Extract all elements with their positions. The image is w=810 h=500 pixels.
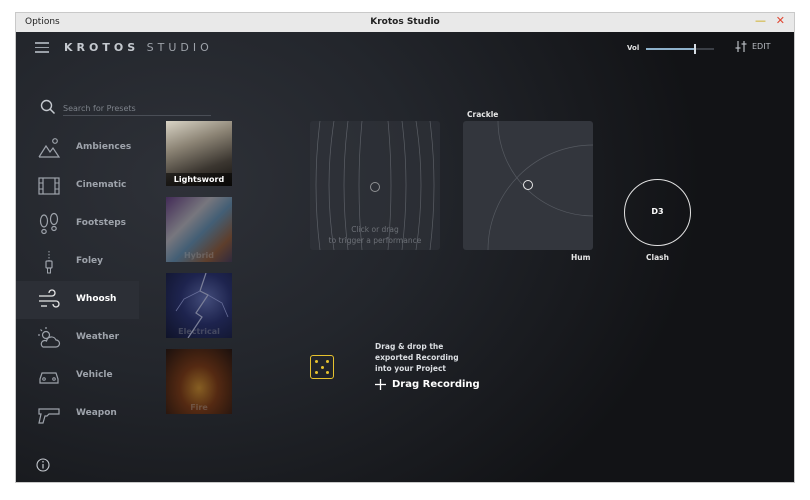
search-input[interactable] (63, 102, 211, 116)
category-weapon[interactable]: Weapon (16, 395, 139, 433)
volume-slider-fill (646, 48, 695, 50)
category-label: Footsteps (76, 218, 127, 228)
preset-hybrid[interactable]: Hybrid (166, 197, 232, 262)
brand-name-bold: KROTOS (64, 41, 140, 54)
category-foley[interactable]: Foley (16, 243, 139, 281)
volume-slider[interactable] (646, 44, 714, 54)
preset-label: Electrical (178, 327, 220, 336)
category-label: Foley (76, 256, 104, 266)
category-label: Ambiences (76, 142, 132, 152)
preset-list: Lightsword Hybrid Electrical Fire (166, 121, 232, 425)
category-whoosh[interactable]: Whoosh (16, 281, 139, 319)
cloud-sun-icon (38, 327, 61, 348)
category-ambiences[interactable]: Ambiences (16, 129, 139, 167)
edit-label: EDIT (752, 42, 771, 51)
gun-icon (38, 408, 60, 424)
category-label: Weapon (76, 408, 117, 418)
category-vehicle[interactable]: Vehicle (16, 357, 139, 395)
preset-search (40, 99, 211, 117)
drag-recording-label: Drag Recording (392, 379, 480, 390)
lightning-artwork (175, 273, 229, 338)
preset-fire[interactable]: Fire (166, 349, 232, 414)
drag-instructions: Drag & drop the exported Recording into … (375, 341, 485, 374)
category-label: Vehicle (76, 370, 113, 380)
wind-icon (39, 289, 60, 308)
xy-pad-axis-label: Hum (571, 253, 591, 262)
info-icon[interactable] (36, 458, 50, 472)
window-title: Krotos Studio (370, 17, 440, 27)
hamburger-menu-icon[interactable] (35, 42, 49, 53)
volume-slider-handle[interactable] (693, 44, 696, 54)
volume-label: Vol (627, 44, 640, 52)
knob-label: Clash (646, 253, 669, 262)
drag-instruction-line3: into your Project (375, 364, 446, 373)
performance-hint-line2: to trigger a performance (328, 236, 422, 245)
category-footsteps[interactable]: Footsteps (16, 205, 139, 243)
category-cinematic[interactable]: Cinematic (16, 167, 139, 205)
drag-instruction-line1: Drag & drop the (375, 342, 444, 351)
category-list: Ambiences Cinematic Footsteps Foley Whoo… (16, 129, 139, 433)
drag-instruction-line2: exported Recording (375, 353, 459, 362)
knob-value: D3 (651, 207, 664, 216)
brand-name-light: STUDIO (146, 41, 213, 54)
preset-label: Lightsword (166, 173, 232, 186)
title-bar: Options Krotos Studio — ✕ (16, 13, 794, 32)
car-icon (39, 372, 59, 384)
category-label: Cinematic (76, 180, 127, 190)
performance-hint-line1: Click or drag (351, 225, 399, 234)
zipper-icon (45, 251, 53, 274)
plus-icon (375, 379, 386, 390)
sliders-icon (735, 41, 747, 52)
preset-electrical[interactable]: Electrical (166, 273, 232, 338)
dice-randomize-icon[interactable] (310, 355, 334, 379)
app-body: KROTOS STUDIO Vol EDIT Search for Preset… (16, 32, 794, 482)
footprints-icon (39, 212, 59, 235)
search-icon (40, 99, 56, 115)
edit-button[interactable]: EDIT (735, 40, 770, 53)
preset-label: Hybrid (183, 251, 215, 260)
drag-recording-button[interactable]: Drag Recording (375, 379, 480, 390)
close-button[interactable]: ✕ (776, 14, 785, 28)
preset-lightsword[interactable]: Lightsword (166, 121, 232, 186)
xy-pad-title: Crackle (467, 110, 499, 119)
app-window: Options Krotos Studio — ✕ KROTOS STUDIO … (16, 13, 794, 482)
preset-label: Fire (190, 403, 208, 412)
brand-logo: KROTOS STUDIO (64, 41, 213, 54)
film-icon (38, 177, 60, 195)
xy-pad[interactable] (463, 121, 593, 250)
category-weather[interactable]: Weather (16, 319, 139, 357)
performance-hint: Click or drag to trigger a performance (310, 224, 440, 246)
performance-pad[interactable]: Click or drag to trigger a performance (310, 121, 440, 250)
clash-knob[interactable]: D3 (624, 179, 691, 246)
category-label: Whoosh (76, 294, 117, 304)
xy-pad-lines (487, 121, 593, 250)
mountain-icon (38, 138, 61, 158)
minimize-button[interactable]: — (755, 14, 766, 28)
category-label: Weather (76, 332, 120, 342)
